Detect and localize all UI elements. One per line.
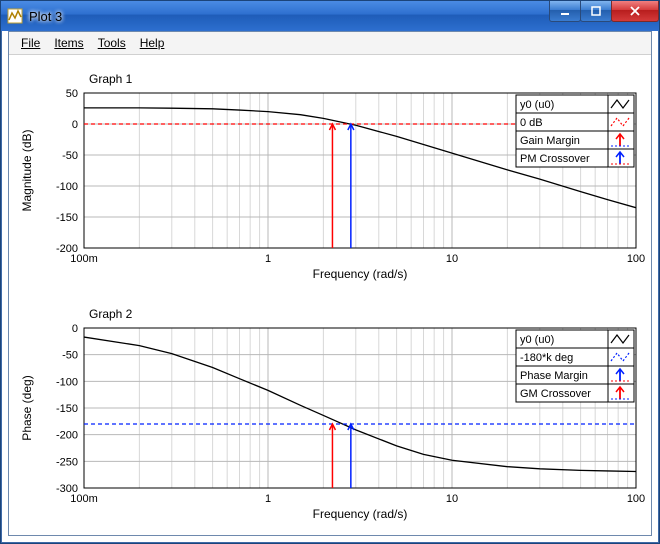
y-tick-label: -200 xyxy=(56,430,78,442)
y-tick-label: -100 xyxy=(56,181,78,193)
legend-swatch-cell xyxy=(608,348,634,366)
legend-label: PM Crossover xyxy=(520,153,590,165)
x-tick-label: 10 xyxy=(446,493,458,505)
y-tick-label: -250 xyxy=(56,456,78,468)
menu-tools[interactable]: Tools xyxy=(92,34,132,52)
window: Plot 3 File Items Tools Help Graph 1100m… xyxy=(0,0,660,544)
y-tick-label: 0 xyxy=(72,323,78,335)
minimize-button[interactable] xyxy=(549,1,581,22)
y-axis-label: Phase (deg) xyxy=(20,375,34,440)
close-button[interactable] xyxy=(611,1,659,22)
y-tick-label: -200 xyxy=(56,243,78,255)
client-area: File Items Tools Help Graph 1100m110100-… xyxy=(8,31,652,536)
y-tick-label: -150 xyxy=(56,403,78,415)
menu-items[interactable]: Items xyxy=(48,34,89,52)
x-axis-label: Frequency (rad/s) xyxy=(313,507,408,521)
x-tick-label: 10 xyxy=(446,253,458,265)
y-tick-label: 50 xyxy=(66,88,78,100)
window-buttons xyxy=(550,1,659,21)
y-tick-label: 0 xyxy=(72,119,78,131)
chart-title: Graph 2 xyxy=(89,307,133,321)
y-axis-label: Magnitude (dB) xyxy=(20,129,34,211)
x-tick-label: 1 xyxy=(265,253,271,265)
legend-label: GM Crossover xyxy=(520,388,591,400)
menubar: File Items Tools Help xyxy=(9,32,651,55)
window-title: Plot 3 xyxy=(29,9,62,24)
x-tick-label: 100 xyxy=(627,253,645,265)
menu-file[interactable]: File xyxy=(15,34,46,52)
x-tick-label: 1 xyxy=(265,493,271,505)
y-tick-label: -50 xyxy=(62,150,78,162)
app-icon xyxy=(7,8,23,24)
chart-title: Graph 1 xyxy=(89,72,133,86)
menu-help[interactable]: Help xyxy=(134,34,171,52)
legend-swatch-cell xyxy=(608,330,634,348)
x-axis-label: Frequency (rad/s) xyxy=(313,267,408,281)
legend-label: y0 (u0) xyxy=(520,334,554,346)
magnitude-chart: Graph 1100m110100-200-150-100-50050Frequ… xyxy=(9,55,651,290)
plot-area: Graph 1100m110100-200-150-100-50050Frequ… xyxy=(9,55,651,535)
y-tick-label: -100 xyxy=(56,376,78,388)
legend-swatch-cell xyxy=(608,95,634,113)
legend-label: y0 (u0) xyxy=(520,99,554,111)
y-tick-label: -300 xyxy=(56,483,78,495)
x-tick-label: 100 xyxy=(627,493,645,505)
titlebar[interactable]: Plot 3 xyxy=(1,1,659,31)
y-tick-label: -50 xyxy=(62,350,78,362)
phase-chart: Graph 2100m110100-300-250-200-150-100-50… xyxy=(9,290,651,530)
legend-label: 0 dB xyxy=(520,117,543,129)
legend-label: Phase Margin xyxy=(520,370,588,382)
legend-label: Gain Margin xyxy=(520,135,580,147)
legend-label: -180*k deg xyxy=(520,352,573,364)
maximize-button[interactable] xyxy=(580,1,612,22)
legend-swatch-cell xyxy=(608,113,634,131)
y-tick-label: -150 xyxy=(56,212,78,224)
